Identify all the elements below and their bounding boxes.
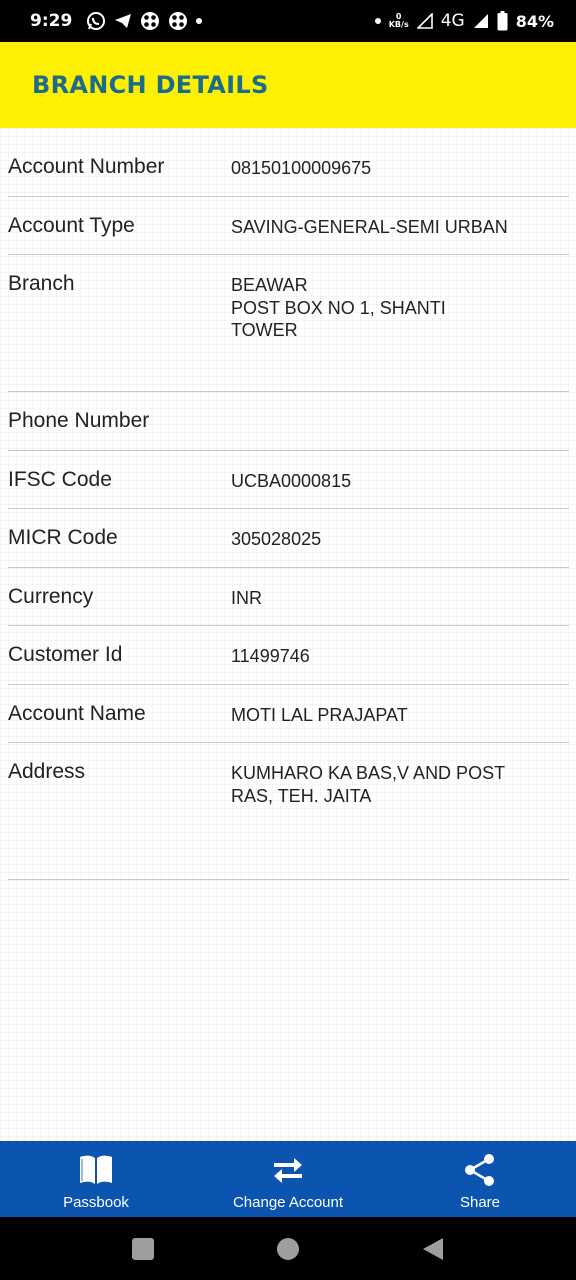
detail-label: Branch (8, 272, 75, 295)
passbook-label: Passbook (63, 1194, 129, 1211)
detail-row-ifsc-code: IFSC Code UCBA0000815 (8, 451, 569, 509)
status-left: 9:29 (30, 11, 203, 31)
detail-value: KUMHARO KA BAS,V AND POST RAS, TEH. JAIT… (231, 763, 506, 806)
telegram-icon (114, 12, 132, 30)
detail-list: Account Number 08150100009675 Account Ty… (8, 138, 569, 880)
detail-row-customer-id: Customer Id 11499746 (8, 626, 569, 685)
detail-value (231, 409, 569, 450)
change-account-button[interactable]: Change Account (192, 1141, 384, 1217)
detail-value: INR (231, 587, 262, 608)
detail-label: Phone Number (8, 409, 150, 432)
detail-label: Currency (8, 584, 94, 608)
app-icon (140, 11, 160, 31)
battery-icon (497, 11, 508, 31)
detail-row-account-name: Account Name MOTI LAL PRAJAPAT (8, 685, 569, 743)
back-triangle-icon[interactable] (403, 1224, 463, 1274)
share-label: Share (459, 1194, 501, 1211)
detail-row-currency: Currency INR (8, 568, 569, 626)
detail-row-account-type: Account Type SAVING-GENERAL-SEMI URBAN (8, 197, 569, 255)
share-icon (463, 1151, 497, 1189)
detail-label: Account Number (8, 155, 165, 178)
detail-label: Account Name (8, 701, 146, 725)
content-area[interactable]: Account Number 08150100009675 Account Ty… (0, 128, 576, 1141)
whatsapp-icon (86, 11, 106, 31)
recents-square-icon[interactable] (113, 1224, 173, 1274)
detail-label: Address (8, 760, 86, 783)
signal-icon (416, 13, 433, 29)
dot-icon (196, 18, 203, 24)
system-nav-bar (0, 1217, 576, 1280)
network-speed-unit: KB/s (388, 20, 409, 29)
detail-label: Customer Id (8, 643, 123, 666)
signal-icon (473, 13, 489, 29)
battery-percent: 84% (515, 11, 554, 31)
detail-row-phone-number: Phone Number (8, 392, 569, 451)
detail-label: Account Type (8, 213, 135, 237)
detail-row-address: Address KUMHARO KA BAS,V AND POST RAS, T… (8, 743, 569, 880)
app-header: BRANCH DETAILS (0, 42, 576, 128)
detail-value: 08150100009675 (231, 158, 372, 178)
detail-value: MOTI LAL PRAJAPAT (231, 704, 408, 725)
status-time: 9:29 (30, 11, 73, 31)
swap-arrows-icon (270, 1151, 306, 1189)
detail-row-account-number: Account Number 08150100009675 (8, 138, 569, 197)
passbook-button[interactable]: Passbook (0, 1141, 192, 1217)
home-circle-icon[interactable] (258, 1224, 318, 1274)
detail-label: MICR Code (8, 526, 118, 549)
app-icon (168, 11, 188, 31)
detail-value: BEAWAR POST BOX NO 1, SHANTI TOWER (231, 275, 446, 340)
detail-value: 11499746 (231, 646, 310, 666)
share-button[interactable]: Share (384, 1141, 576, 1217)
network-type: 4G (440, 11, 465, 31)
detail-row-branch: Branch BEAWAR POST BOX NO 1, SHANTI TOWE… (8, 255, 569, 392)
status-bar: 9:29 0 KB/s 4G 84% (0, 0, 576, 42)
detail-value: 305028025 (231, 529, 322, 549)
detail-row-micr-code: MICR Code 305028025 (8, 509, 569, 568)
detail-value: SAVING-GENERAL-SEMI URBAN (231, 216, 508, 237)
detail-value: UCBA0000815 (231, 470, 352, 491)
bottom-nav: Passbook Change Account Share (0, 1141, 576, 1217)
page-title: BRANCH DETAILS (32, 71, 269, 99)
detail-label: IFSC Code (8, 467, 112, 491)
dot-icon (374, 18, 381, 24)
book-icon (78, 1151, 114, 1189)
network-speed: 0 KB/s (389, 13, 409, 29)
status-right: 0 KB/s 4G 84% (374, 11, 554, 31)
change-account-label: Change Account (232, 1194, 344, 1211)
